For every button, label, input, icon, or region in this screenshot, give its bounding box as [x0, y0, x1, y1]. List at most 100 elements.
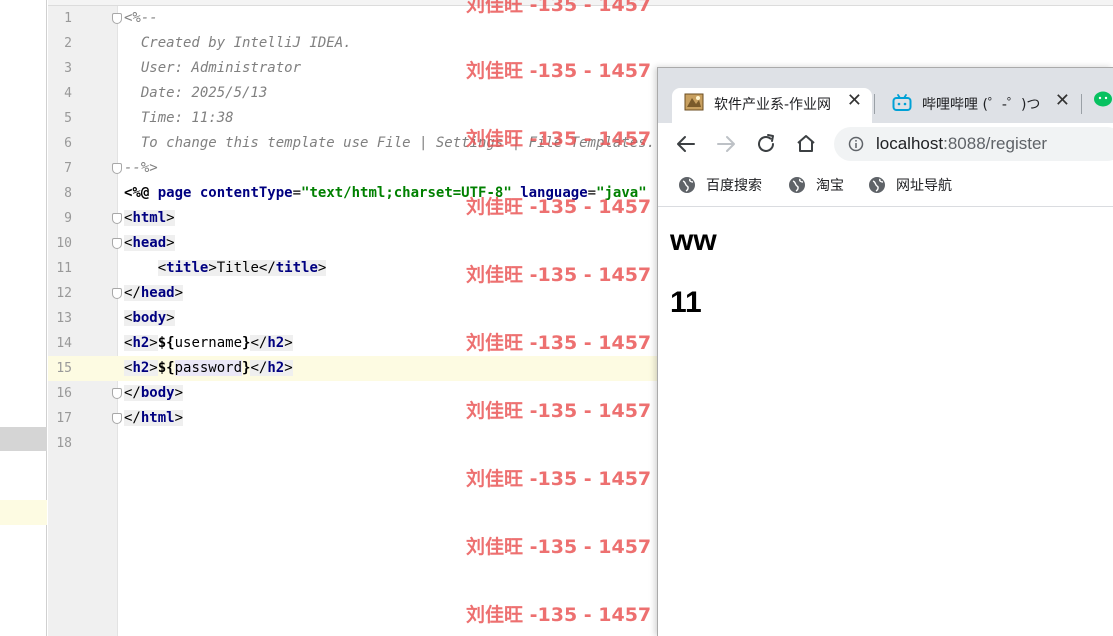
- tab-zuoyewang[interactable]: 软件产业系-作业网 ✕: [672, 88, 872, 123]
- url-host: localhost: [876, 134, 944, 153]
- fold-marker-icon[interactable]: [112, 163, 122, 174]
- tab-bilibili[interactable]: 哔哩哔哩 (゜-゜)つ ✕: [880, 88, 1080, 123]
- code-token: >: [317, 260, 327, 276]
- code-token: --%>: [124, 160, 158, 176]
- code-token: >: [166, 235, 175, 251]
- code-token: <%--: [124, 10, 158, 26]
- code-token: html: [132, 210, 167, 226]
- code-token: >Title</: [208, 260, 276, 276]
- code-text: <title>Title</title>: [124, 256, 327, 281]
- code-token: User: Administrator: [124, 60, 302, 76]
- line-number: 17: [56, 411, 72, 426]
- code-token: h2: [132, 335, 150, 351]
- code-text: <h2>${username}</h2>: [124, 331, 293, 356]
- code-token: >: [174, 285, 184, 301]
- code-token: ${: [157, 360, 175, 376]
- code-text: --%>: [124, 156, 158, 181]
- code-token: contentType: [199, 185, 293, 201]
- line-number: 15: [56, 361, 72, 376]
- reload-icon[interactable]: [754, 132, 778, 156]
- fold-marker-icon[interactable]: [112, 288, 122, 299]
- line-number: 7: [64, 161, 72, 176]
- globe-icon: [869, 177, 885, 193]
- tab-title: 哔哩哔哩 (゜-゜)つ: [922, 97, 1041, 113]
- watermark-text: 刘佳旺 -135 - 1457: [466, 604, 652, 626]
- line-number: 4: [64, 86, 72, 101]
- code-token: </: [250, 335, 268, 351]
- browser-toolbar: localhost:8088/register: [658, 123, 1113, 165]
- code-text: <%--: [124, 6, 158, 31]
- fold-marker-icon[interactable]: [112, 388, 122, 399]
- line-number: 16: [56, 386, 72, 401]
- back-arrow-icon[interactable]: [674, 132, 698, 156]
- code-text: Time: 11:38: [124, 106, 234, 131]
- code-text: <html>: [124, 206, 175, 231]
- code-token: >: [284, 360, 293, 376]
- code-token: =: [292, 185, 302, 201]
- close-icon[interactable]: ✕: [1055, 90, 1070, 112]
- code-token: h2: [132, 360, 150, 376]
- watermark-text: 刘佳旺 -135 - 1457: [466, 536, 652, 558]
- code-token: title: [166, 260, 209, 276]
- globe-icon: [789, 177, 805, 193]
- code-token: Date: 2025/5/13: [124, 85, 268, 101]
- bookmarks-bar: 百度搜索 淘宝 网址导航: [658, 165, 1113, 207]
- code-text: <head>: [124, 231, 175, 256]
- url-path: :8088/register: [943, 134, 1048, 153]
- watermark-text: 刘佳旺 -135 - 1457: [466, 196, 652, 218]
- wechat-icon[interactable]: [1094, 90, 1113, 110]
- code-line[interactable]: 2 Created by IntelliJ IDEA.: [0, 31, 1113, 56]
- code-token: Time: 11:38: [124, 110, 234, 126]
- line-number: 9: [64, 211, 72, 226]
- project-highlight-row: [0, 500, 47, 525]
- line-number: 8: [64, 186, 72, 201]
- code-token: head: [132, 235, 167, 251]
- fold-marker-icon[interactable]: [112, 413, 122, 424]
- url-text: localhost:8088/register: [876, 134, 1047, 154]
- bookmark-label: 百度搜索: [706, 178, 762, 194]
- line-number: 14: [56, 336, 72, 351]
- code-text: </head>: [124, 281, 184, 306]
- address-bar[interactable]: localhost:8088/register: [834, 127, 1113, 161]
- line-number: 12: [56, 286, 72, 301]
- code-token: username: [174, 335, 243, 351]
- line-number: 5: [64, 111, 72, 126]
- code-text: User: Administrator: [124, 56, 301, 81]
- info-icon[interactable]: [848, 136, 864, 152]
- code-token: >: [166, 310, 175, 326]
- line-number: 13: [56, 311, 72, 326]
- forward-arrow-icon[interactable]: [714, 132, 738, 156]
- code-token: ${: [157, 335, 175, 351]
- code-token: html: [140, 410, 175, 426]
- line-number: 1: [64, 11, 72, 26]
- close-icon[interactable]: ✕: [847, 90, 862, 112]
- watermark-text: 刘佳旺 -135 - 1457: [466, 400, 652, 422]
- fold-marker-icon[interactable]: [112, 238, 122, 249]
- watermark-text: 刘佳旺 -135 - 1457: [466, 60, 652, 82]
- code-token: h2: [267, 360, 285, 376]
- tab-separator: [1081, 94, 1082, 114]
- heading-username: ww: [670, 224, 717, 257]
- tab-separator: [874, 94, 875, 114]
- code-text: Created by IntelliJ IDEA.: [124, 31, 352, 56]
- code-token: >: [174, 385, 184, 401]
- bookmark-label: 淘宝: [816, 178, 844, 194]
- watermark-text: 刘佳旺 -135 - 1457: [466, 264, 652, 286]
- code-token: page: [157, 185, 200, 201]
- code-token: body: [132, 310, 167, 326]
- code-text: <h2>${password}</h2>: [124, 356, 293, 381]
- document-favicon-icon: [684, 93, 704, 111]
- line-number: 11: [56, 261, 72, 276]
- browser-window: 软件产业系-作业网 ✕ 哔哩哔哩 (゜-゜)つ ✕ localhost:8088…: [657, 67, 1113, 636]
- tab-title: 软件产业系-作业网: [714, 97, 832, 113]
- home-icon[interactable]: [794, 132, 818, 156]
- code-token: h2: [267, 335, 285, 351]
- code-token: password: [174, 360, 243, 376]
- watermark-text: 刘佳旺 -135 - 1457: [466, 332, 652, 354]
- fold-marker-icon[interactable]: [112, 213, 122, 224]
- line-number: 18: [56, 436, 72, 451]
- code-token: <: [157, 260, 167, 276]
- fold-marker-icon[interactable]: [112, 13, 122, 24]
- code-text: </html>: [124, 406, 184, 431]
- watermark-text: 刘佳旺 -135 - 1457: [466, 128, 652, 150]
